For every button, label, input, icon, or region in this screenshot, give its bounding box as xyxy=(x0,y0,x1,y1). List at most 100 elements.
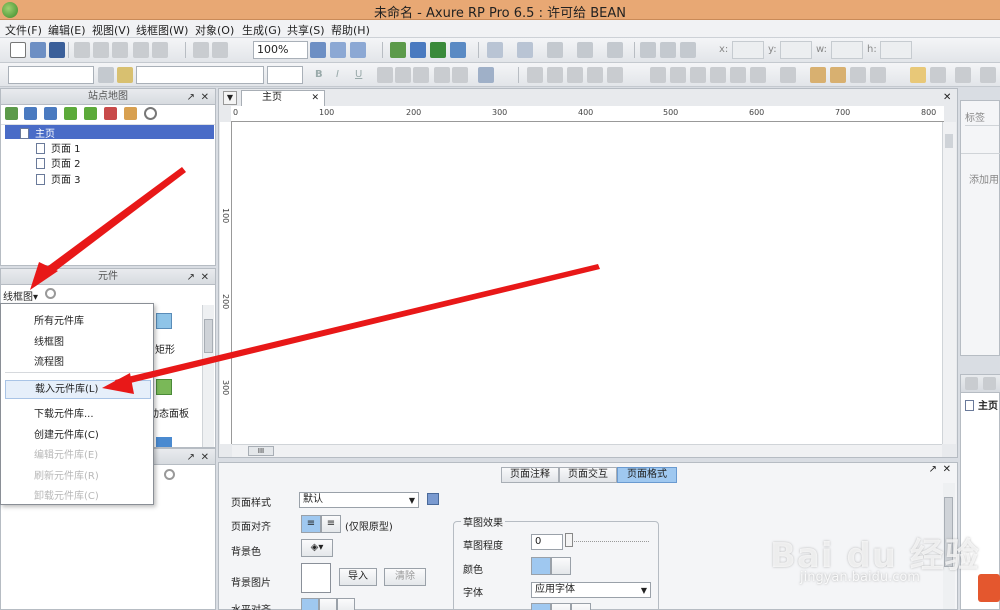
menu-item-create-library[interactable]: 创建元件库(C) xyxy=(34,426,99,441)
sitemap-item-home[interactable]: 主页 xyxy=(5,125,214,140)
group-icon[interactable] xyxy=(650,67,666,83)
y-input[interactable] xyxy=(780,41,812,59)
cut-icon[interactable] xyxy=(74,42,90,58)
align-left-button[interactable]: ≡ xyxy=(301,515,321,533)
scroll-thumb[interactable] xyxy=(945,134,953,148)
sketch-level-slider-thumb[interactable] xyxy=(565,533,573,547)
right-tree-item-home[interactable]: 主页 xyxy=(965,397,998,412)
text-align-right-icon[interactable] xyxy=(413,67,429,83)
design-canvas[interactable] xyxy=(232,122,942,444)
open-icon[interactable] xyxy=(30,42,46,58)
align-center-icon[interactable] xyxy=(660,42,676,58)
menu-generate[interactable]: 生成(G) xyxy=(242,22,281,38)
align-center-button[interactable]: ≡ xyxy=(321,515,341,533)
indent-icon[interactable] xyxy=(64,107,77,120)
page-style-select[interactable]: 默认 ▼ xyxy=(299,492,419,508)
text-align-left-icon[interactable] xyxy=(377,67,393,83)
color-mode-button[interactable] xyxy=(531,557,551,575)
vertical-scrollbar[interactable] xyxy=(942,122,956,444)
delete-page-icon[interactable] xyxy=(104,107,117,120)
tab-home[interactable]: 主页 ✕ xyxy=(241,90,325,107)
text-align-center-icon[interactable] xyxy=(395,67,411,83)
sketch-level-slider-track[interactable] xyxy=(569,541,649,542)
rectangle-widget-icon[interactable] xyxy=(156,313,172,329)
search-icon[interactable] xyxy=(45,288,56,299)
select-mode-icon[interactable] xyxy=(310,42,326,58)
font-family-select[interactable] xyxy=(136,66,264,84)
horizontal-scrollbar[interactable]: III xyxy=(232,444,942,457)
sitemap-item-page1[interactable]: 页面 1 xyxy=(36,140,81,155)
font-size-select[interactable] xyxy=(267,66,303,84)
library-select[interactable]: 线框图▾ xyxy=(3,288,38,303)
arrow-style-icon[interactable] xyxy=(607,42,623,58)
bold-button[interactable]: B xyxy=(315,69,323,80)
line-width-icon[interactable] xyxy=(547,42,563,58)
style-manager-icon[interactable] xyxy=(427,493,439,505)
align-left-icon[interactable] xyxy=(640,42,656,58)
style-editor-icon[interactable] xyxy=(98,67,114,83)
line-color-icon[interactable] xyxy=(517,42,533,58)
connector-icon[interactable] xyxy=(212,42,228,58)
menu-wireframe[interactable]: 线框图(W) xyxy=(136,22,188,38)
tab-page-notes[interactable]: 页面注释 xyxy=(501,467,559,483)
csv-icon[interactable] xyxy=(430,42,446,58)
table-icon[interactable] xyxy=(910,67,926,83)
undo-icon[interactable] xyxy=(133,42,149,58)
show-icon[interactable] xyxy=(870,67,886,83)
sketch-level-input[interactable]: 0 xyxy=(531,534,563,550)
font-select[interactable]: 应用字体 ▼ xyxy=(531,582,651,598)
word-spec-icon[interactable] xyxy=(410,42,426,58)
tab-page-interactions[interactable]: 页面交互 xyxy=(559,467,617,483)
add-page-icon[interactable] xyxy=(5,107,18,120)
fill-color-icon[interactable] xyxy=(487,42,503,58)
redo-icon[interactable] xyxy=(152,42,168,58)
close-panel-icon[interactable]: ✕ xyxy=(943,464,951,475)
menu-item-wireframe[interactable]: 线框图 xyxy=(34,333,64,348)
unlock-icon[interactable] xyxy=(830,67,846,83)
import-button[interactable]: 导入 xyxy=(339,568,377,586)
menu-view[interactable]: 视图(V) xyxy=(92,22,130,38)
italic-button[interactable]: I xyxy=(336,69,339,80)
bg-color-picker[interactable]: ◈▾ xyxy=(301,539,333,557)
menu-item-download-library[interactable]: 下载元件库... xyxy=(34,405,94,420)
save-icon[interactable] xyxy=(49,42,65,58)
paste-icon[interactable] xyxy=(112,42,128,58)
link-icon[interactable] xyxy=(452,67,468,83)
tab-list-icon[interactable]: ▼ xyxy=(223,91,237,105)
h-align-right-button[interactable] xyxy=(337,598,355,610)
publish-icon[interactable] xyxy=(390,42,406,58)
align-bottom-icon[interactable] xyxy=(587,67,603,83)
flip-icon[interactable] xyxy=(780,67,796,83)
float-panel-icon[interactable]: ↗ xyxy=(187,450,195,465)
format-painter-icon[interactable] xyxy=(193,42,209,58)
h-input[interactable] xyxy=(880,41,912,59)
line-style-icon[interactable] xyxy=(577,42,593,58)
close-editor-icon[interactable]: ✕ xyxy=(943,92,951,103)
share-icon[interactable] xyxy=(450,42,466,58)
widget-icon[interactable] xyxy=(156,437,172,447)
search-icon[interactable] xyxy=(164,469,175,480)
insert-column-icon[interactable] xyxy=(955,67,971,83)
grayscale-mode-button[interactable] xyxy=(551,557,571,575)
arrange-icon[interactable] xyxy=(350,42,366,58)
underline-button[interactable]: U xyxy=(355,69,362,80)
lock-icon[interactable] xyxy=(810,67,826,83)
bring-front-icon[interactable] xyxy=(690,67,706,83)
close-panel-icon[interactable]: ✕ xyxy=(201,450,209,465)
add-master-icon[interactable] xyxy=(965,377,978,390)
x-input[interactable] xyxy=(732,41,764,59)
sitemap-item-page2[interactable]: 页面 2 xyxy=(36,155,81,170)
bullet-icon[interactable] xyxy=(434,67,450,83)
zoom-select[interactable]: 100% xyxy=(253,41,308,59)
search-icon[interactable] xyxy=(144,107,157,120)
menu-file[interactable]: 文件(F) xyxy=(5,22,42,38)
close-panel-icon[interactable]: ✕ xyxy=(201,270,209,285)
align-middle-icon[interactable] xyxy=(567,67,583,83)
menu-item-all-libraries[interactable]: 所有元件库 xyxy=(34,312,84,327)
float-panel-icon[interactable]: ↗ xyxy=(929,464,937,475)
scroll-thumb[interactable] xyxy=(204,319,213,353)
h-align-left-button[interactable] xyxy=(301,598,319,610)
sitemap-item-page3[interactable]: 页面 3 xyxy=(36,171,81,186)
align-objects-icon[interactable] xyxy=(607,67,623,83)
move-up-icon[interactable] xyxy=(24,107,37,120)
